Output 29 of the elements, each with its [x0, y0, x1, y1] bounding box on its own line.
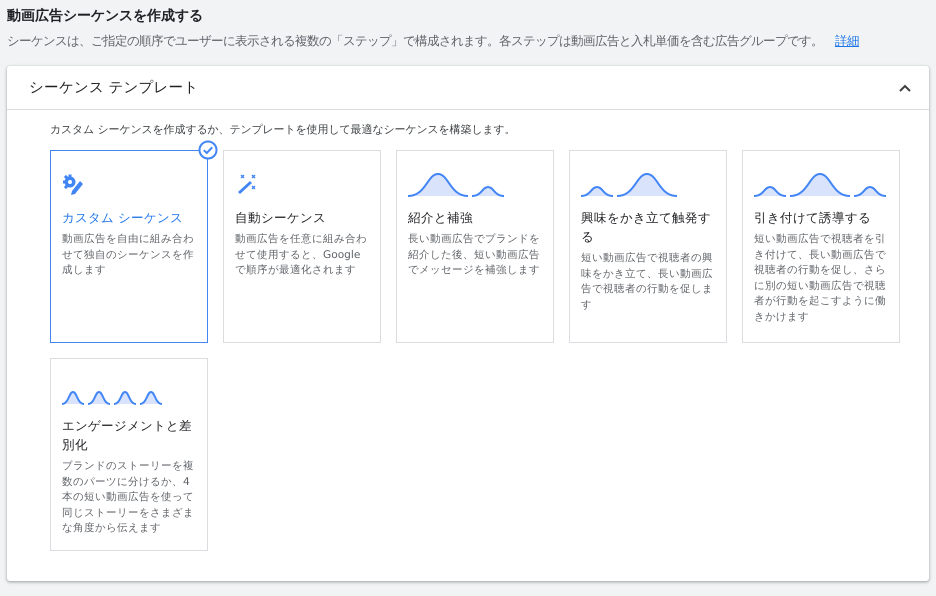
- template-card[interactable]: 紹介と補強 長い動画広告でブランドを紹介した後、短い動画広告でメッセージを補強します: [396, 150, 554, 343]
- card-description: 動画広告を自由に組み合わせて独自のシーケンスを作成します: [62, 232, 195, 278]
- gear-pencil-icon: [62, 173, 86, 197]
- card-title: 紹介と補強: [408, 209, 474, 227]
- template-card[interactable]: カスタム シーケンス 動画広告を自由に組み合わせて独自のシーケンスを作成します: [50, 150, 208, 343]
- card-description: 短い動画広告で視聴者を引き付けて、長い動画広告で視聴者の行動を促し、さらに別の短い動画広告で視聴者が行動を起こすように働きかけます: [754, 232, 887, 324]
- wave-chart-icon: [62, 391, 162, 405]
- panel-intro: カスタム シーケンスを作成するか、テンプレートを使用して最適なシーケンスを構築します。: [50, 122, 516, 138]
- card-title: カスタム シーケンス: [62, 209, 184, 227]
- check-icon: [198, 140, 218, 160]
- panel-title: シーケンス テンプレート: [29, 78, 199, 97]
- template-card[interactable]: 引き付けて誘導する 短い動画広告で視聴者を引き付けて、長い動画広告で視聴者の行動を促し、さらに別の短い動画広告で視聴者が行動を起こすように働きかけます: [742, 150, 900, 343]
- card-title: エンゲージメントと差別化: [62, 417, 193, 454]
- card-description: 短い動画広告で視聴者の興味をかき立て、長い動画広告で視聴者の行動を促します: [581, 251, 714, 312]
- wave-chart-icon: [581, 173, 677, 197]
- template-card[interactable]: 自動シーケンス 動画広告を任意に組み合わせて使用すると、Google で順序が最適化されます: [223, 150, 381, 343]
- wave-chart-icon: [754, 173, 886, 197]
- template-card[interactable]: 興味をかき立て触発する 短い動画広告で視聴者の興味をかき立て、長い動画広告で視聴者の行動を促します: [569, 150, 727, 343]
- card-title: 興味をかき立て触発する: [581, 209, 712, 246]
- card-description: ブランドのストーリーを複数のパーツに分けるか、4 本の短い動画広告を使って同じストーリーをさまざまな角度から伝えます: [62, 459, 195, 536]
- page-description: シーケンスは、ご指定の順序でユーザーに表示される複数の「ステップ」で構成されます。各ステップは動画広告と入札単価を含む広告グループです。: [7, 33, 823, 48]
- template-card[interactable]: エンゲージメントと差別化 ブランドのストーリーを複数のパーツに分けるか、4 本の短い動画広告を使って同じストーリーをさまざまな角度から伝えます: [50, 358, 208, 551]
- card-title: 自動シーケンス: [235, 209, 327, 227]
- card-description: 長い動画広告でブランドを紹介した後、短い動画広告でメッセージを補強します: [408, 232, 541, 278]
- page-title: 動画広告シーケンスを作成する: [7, 6, 204, 26]
- card-title: 引き付けて誘導する: [754, 209, 872, 227]
- wave-chart-icon: [408, 173, 504, 197]
- card-description: 動画広告を任意に組み合わせて使用すると、Google で順序が最適化されます: [235, 232, 368, 278]
- details-link[interactable]: 詳細: [834, 33, 859, 48]
